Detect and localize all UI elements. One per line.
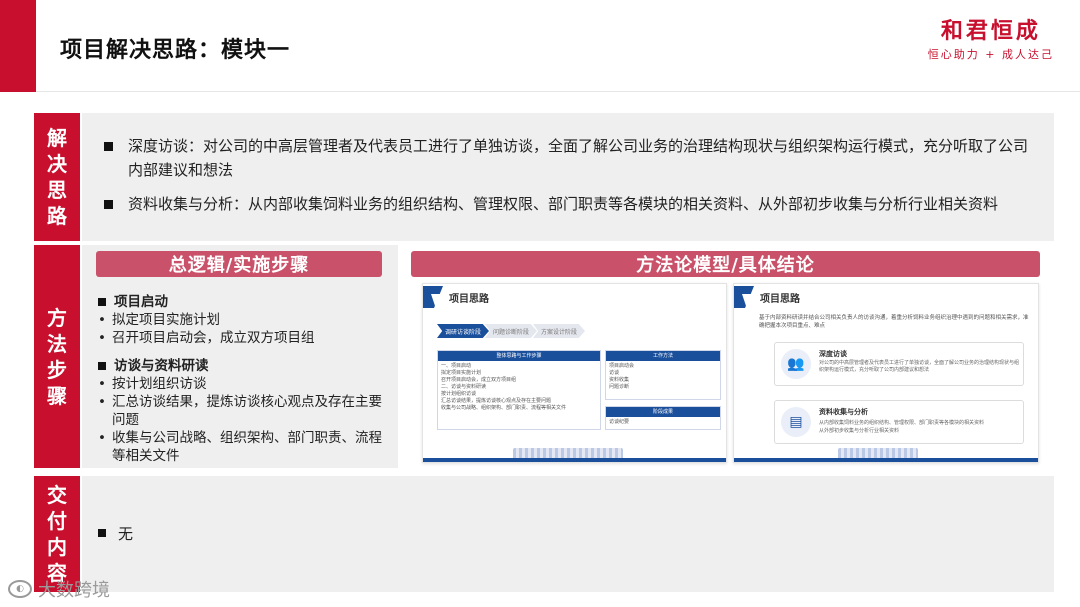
square-bullet-icon	[98, 298, 106, 306]
square-bullet-icon	[104, 200, 113, 209]
step-item: 汇总访谈结果，提炼访谈核心观点及存在主要问题	[98, 393, 388, 429]
step-item: 按计划组织访谈	[98, 375, 388, 393]
title-divider	[36, 91, 1080, 92]
thumbnail-title: 项目思路	[760, 294, 800, 305]
watermark-logo-icon: ◐	[8, 580, 32, 598]
page-title: 项目解决思路：模块一	[60, 38, 291, 63]
thumbnail-card: ▤ 资料收集与分析 从内部收集饲料业务的组织结构、管理权限、部门职责等各模块的相…	[774, 400, 1024, 444]
thumbnail-card: 👥 深度访谈 对公司的中高层管理者及代表员工进行了单独访谈，全面了解公司业务的治…	[774, 342, 1024, 386]
deliverables-tab: 交付内容	[34, 476, 80, 592]
step-heading: 项目启动	[98, 293, 388, 311]
solution-panel: 深度访谈：对公司的中高层管理者及代表员工进行了单独访谈，全面了解公司业务的治理结…	[82, 113, 1054, 241]
solution-tab: 解决思路	[34, 113, 80, 241]
thumbnail-chevron: 调研访谈阶段	[437, 324, 489, 338]
thumbnail-chevron: 问题诊断阶段	[485, 324, 537, 338]
step-item: 拟定项目实施计划	[98, 311, 388, 329]
watermark: ◐ 大数跨境	[8, 576, 110, 602]
method-tab: 方法步骤	[34, 245, 80, 468]
steps-panel: 总逻辑/实施步骤 项目启动 拟定项目实施计划 召开项目启动会，成立双方项目组 访…	[82, 245, 398, 468]
brand-slogan: 恒心助力 + 成人达己	[927, 48, 1054, 61]
thumbnail-slide-right: 项目思路 基于内部资料研读并结合公司相关负责人的访谈沟通，着重分析饲料业务组织治…	[733, 283, 1039, 463]
square-bullet-icon	[98, 529, 106, 537]
logic-steps-pill: 总逻辑/实施步骤	[96, 251, 382, 277]
deliverables-content: 无	[98, 523, 133, 544]
methodology-pill: 方法论模型/具体结论	[411, 251, 1040, 277]
thumbnail-intro: 基于内部资料研读并结合公司相关负责人的访谈沟通，着重分析饲料业务组织治理中遇到的…	[759, 315, 1029, 329]
files-icon: ▤	[781, 407, 811, 437]
step-item: 收集与公司战略、组织架构、部门职责、流程等相关文件	[98, 429, 388, 465]
solution-bullet: 资料收集与分析：从内部收集饲料业务的组织结构、管理权限、部门职责等各模块的相关资…	[104, 192, 1034, 216]
thumbnail-title: 项目思路	[449, 294, 489, 305]
thumbnail-chevron: 方案设计阶段	[533, 324, 585, 338]
square-bullet-icon	[104, 142, 113, 151]
brand-logo: 和君恒成 恒心助力 + 成人达己	[928, 18, 1054, 62]
square-bullet-icon	[98, 362, 106, 370]
solution-bullet: 深度访谈：对公司的中高层管理者及代表员工进行了单独访谈，全面了解公司业务的治理结…	[104, 134, 1034, 182]
thumbnail-panel: 整体思路与工作步骤 一、项目启动 拟定项目实施计划 召开项目启动会，成立双方项目…	[437, 350, 601, 430]
deliverables-panel: 无	[82, 476, 1054, 592]
corner-accent-bar	[0, 0, 36, 92]
steps-list: 项目启动 拟定项目实施计划 召开项目启动会，成立双方项目组 访谈与资料研读 按计…	[98, 287, 388, 465]
step-item: 召开项目启动会，成立双方项目组	[98, 329, 388, 347]
people-icon: 👥	[781, 349, 811, 379]
step-heading: 访谈与资料研读	[98, 357, 388, 375]
thumbnail-slide-left: 项目思路 调研访谈阶段 问题诊断阶段 方案设计阶段 整体思路与工作步骤 一、项目…	[422, 283, 727, 463]
brand-name: 和君恒成	[940, 18, 1041, 44]
thumbnail-panel: 阶段成果 访谈纪要	[605, 406, 721, 430]
thumbnail-panel: 工作方法 项目启动会 访谈 资料收集 问题诊断	[605, 350, 721, 400]
